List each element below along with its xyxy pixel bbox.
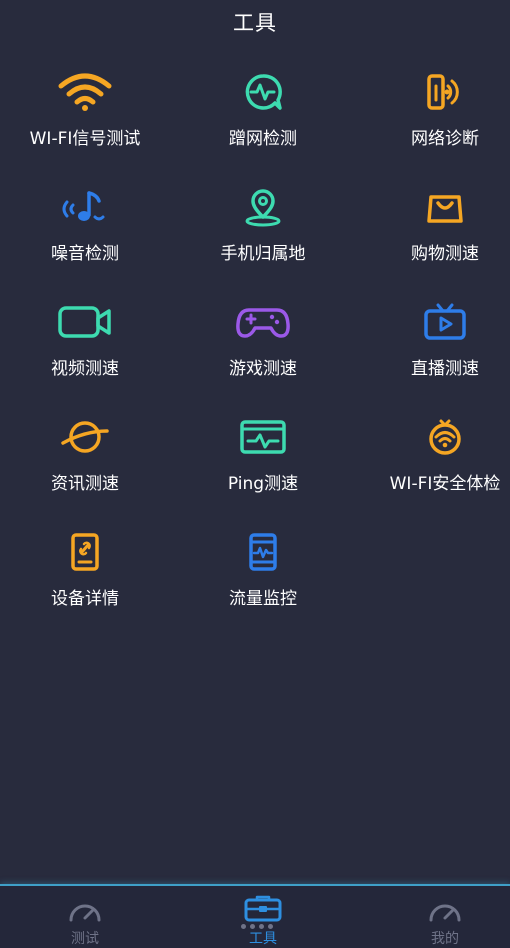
tool-game-speed[interactable]: 游戏测速 xyxy=(178,300,348,410)
phone-pulse-icon xyxy=(233,530,293,574)
shopping-bag-icon xyxy=(415,185,475,229)
tool-label: Ping测速 xyxy=(227,474,299,494)
music-note-icon xyxy=(55,185,115,229)
nav-label: 测试 xyxy=(71,931,99,947)
tool-label: 噪音检测 xyxy=(51,244,119,264)
tool-label: 蹭网检测 xyxy=(229,129,297,149)
toolbox-icon xyxy=(243,894,283,926)
page-title: 工具 xyxy=(233,11,277,35)
indicator-dot xyxy=(259,924,264,929)
wifi-shield-icon xyxy=(415,415,475,459)
video-camera-icon xyxy=(55,300,115,344)
tool-phone-location[interactable]: 手机归属地 xyxy=(178,185,348,295)
tool-device-details[interactable]: 设备详情 xyxy=(0,530,170,640)
tv-play-icon xyxy=(415,300,475,344)
page-indicator xyxy=(241,924,273,929)
gamepad-icon xyxy=(233,300,293,344)
tool-network-diagnosis[interactable]: 网络诊断 xyxy=(360,70,510,180)
tool-label: 网络诊断 xyxy=(411,129,479,149)
chat-pulse-icon xyxy=(233,70,293,114)
tool-label: 购物测速 xyxy=(411,244,479,264)
nav-item-mine[interactable]: 我的 xyxy=(360,900,510,948)
tool-live-speed[interactable]: 直播测速 xyxy=(360,300,510,410)
tool-news-speed[interactable]: 资讯测速 xyxy=(0,415,170,525)
indicator-dot xyxy=(268,924,273,929)
tool-ping-speed[interactable]: Ping测速 xyxy=(178,415,348,525)
tool-freeloader-detect[interactable]: 蹭网检测 xyxy=(178,70,348,180)
signal-device-icon xyxy=(415,70,475,114)
tool-label: 游戏测速 xyxy=(229,359,297,379)
tool-traffic-monitor[interactable]: 流量监控 xyxy=(178,530,348,640)
tool-label: 手机归属地 xyxy=(220,244,306,264)
nav-item-test[interactable]: 测试 xyxy=(0,900,170,948)
nav-label: 工具 xyxy=(249,931,277,947)
planet-icon xyxy=(55,415,115,459)
speedometer-icon xyxy=(427,900,463,926)
location-pin-icon xyxy=(233,185,293,229)
tool-label: 视频测速 xyxy=(51,359,119,379)
tool-wifi-signal-test[interactable]: WI-FI信号测试 xyxy=(0,70,170,180)
page-header: 工具 xyxy=(0,0,510,44)
nav-item-tools[interactable]: 工具 xyxy=(178,894,348,948)
wifi-icon xyxy=(55,70,115,114)
tool-shopping-speed[interactable]: 购物测速 xyxy=(360,185,510,295)
monitor-pulse-icon xyxy=(233,415,293,459)
tool-label: 设备详情 xyxy=(51,589,119,609)
tool-label: 直播测速 xyxy=(411,359,479,379)
indicator-dot xyxy=(241,924,246,929)
tool-label: 资讯测速 xyxy=(51,474,119,494)
tool-video-speed[interactable]: 视频测速 xyxy=(0,300,170,410)
phone-link-icon xyxy=(55,530,115,574)
indicator-dot xyxy=(250,924,255,929)
nav-label: 我的 xyxy=(431,931,459,947)
tool-label: WI-FI信号测试 xyxy=(29,129,141,149)
tool-wifi-security-check[interactable]: WI-FI安全体检 xyxy=(360,415,510,525)
tool-noise-detect[interactable]: 噪音检测 xyxy=(0,185,170,295)
bottom-nav: 测试 工具 我的 xyxy=(0,884,510,948)
tool-label: 流量监控 xyxy=(229,589,297,609)
speedometer-icon xyxy=(67,900,103,926)
tool-label: WI-FI安全体检 xyxy=(389,474,501,494)
